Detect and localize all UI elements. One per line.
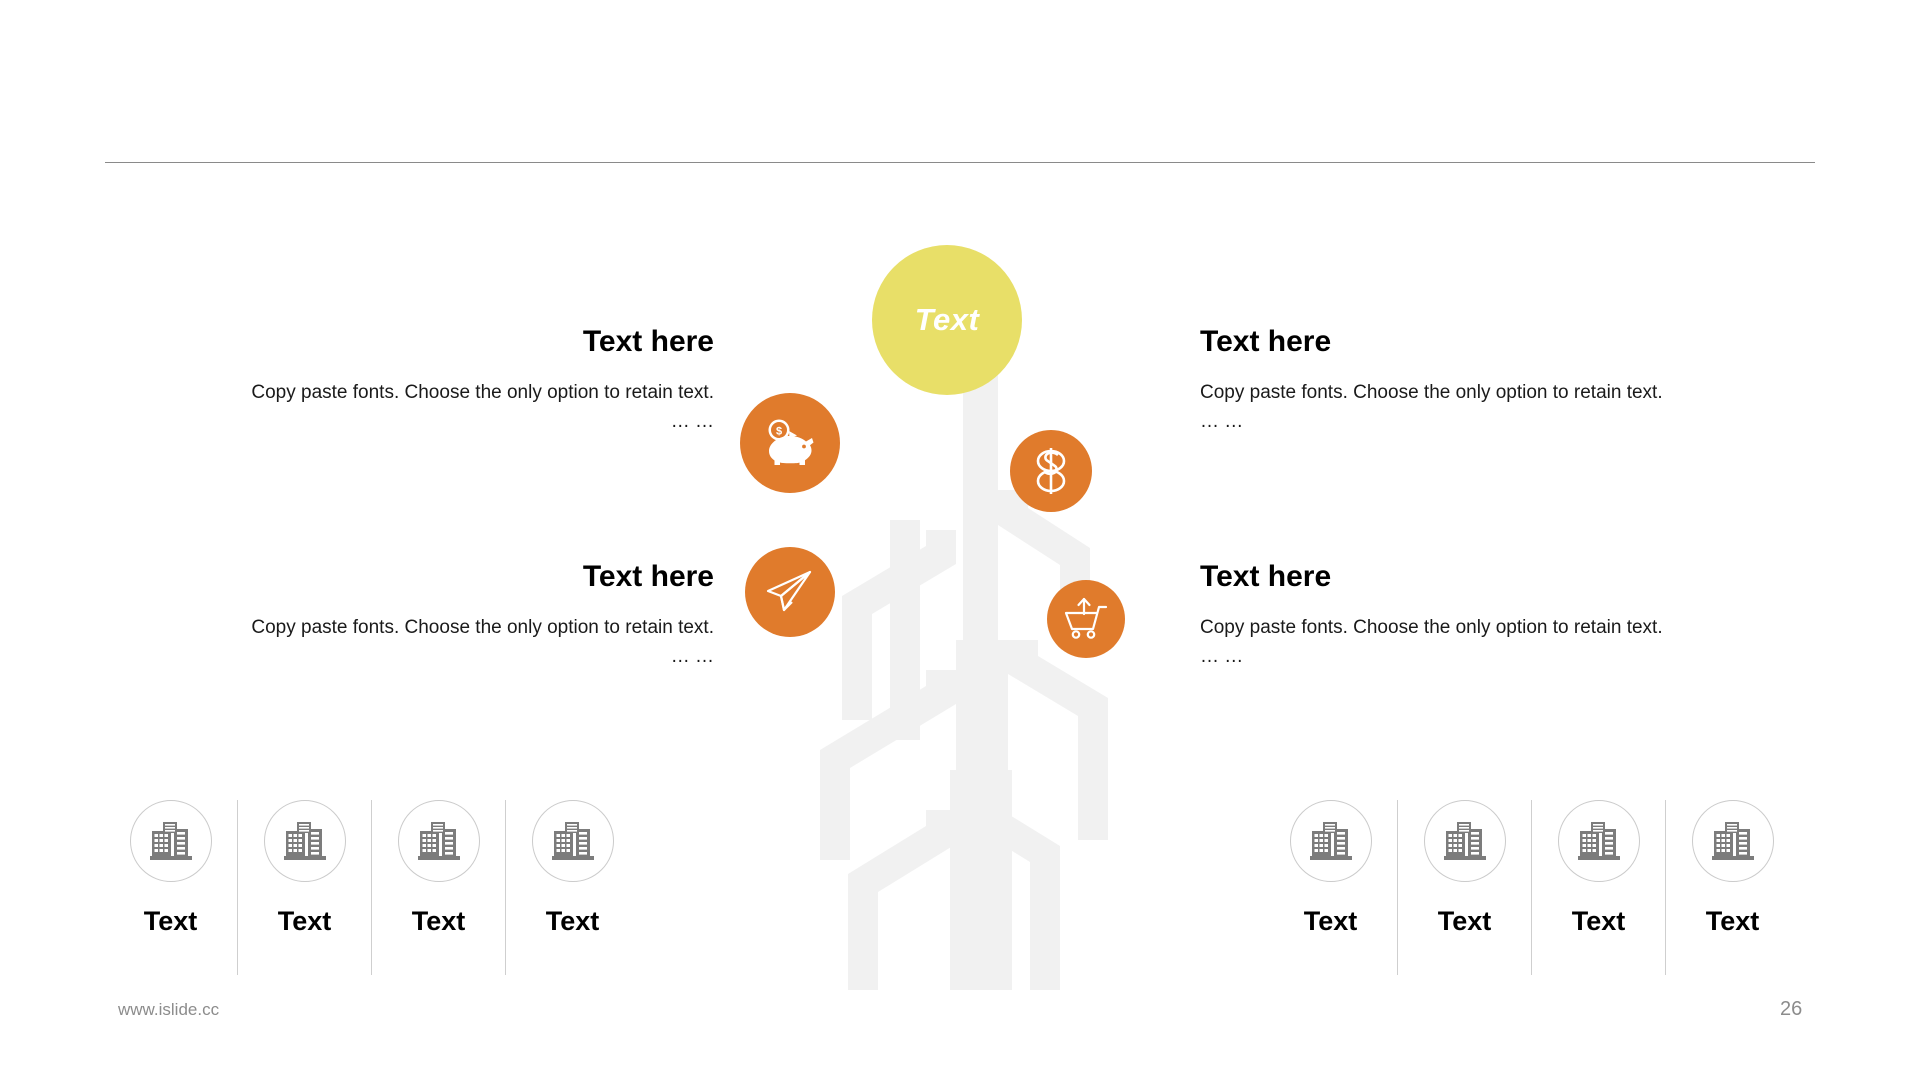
strip-divider [1531,800,1532,975]
buildings-icon [551,822,594,860]
dollar-sign-icon [1036,448,1066,494]
content-block-right-1: Text here Copy paste fonts. Choose the o… [1200,325,1740,437]
building-circle[interactable] [397,800,480,882]
strip-item-label: Text [1571,906,1626,936]
building-circle[interactable] [531,800,614,882]
content-body: Copy paste fonts. Choose the only option… [1200,382,1663,403]
tree-node-top-label: Text [914,302,980,337]
content-heading: Text here [1200,325,1332,358]
buildings-icon [283,822,326,860]
shopping-cart-up-icon [1064,597,1108,639]
strip-item-left-1[interactable]: Text [110,800,231,935]
buildings-icon [1443,822,1486,860]
content-ellipsis: … … [670,646,714,668]
slide-canvas: Text $ Text here Copy paste fonts. Choos… [0,0,1920,1080]
buildings-icon [1711,822,1754,860]
content-body: Copy paste fonts. Choose the only option… [251,617,714,638]
strip-divider [371,800,372,975]
building-circle[interactable] [1423,800,1506,882]
svg-text:$: $ [776,426,782,438]
building-circle[interactable] [263,800,346,882]
buildings-icon [1309,822,1352,860]
content-heading: Text here [582,325,714,358]
strip-item-left-3[interactable]: Text [378,800,499,935]
footer-url[interactable]: www.islide.cc [118,1000,219,1020]
content-heading: Text here [1200,560,1332,593]
paper-plane-icon [766,570,812,612]
building-circle[interactable] [1557,800,1640,882]
bottom-strip-left: Text Text Text Text [110,800,633,975]
strip-item-right-4[interactable]: Text [1672,800,1793,935]
tree-node-piggy[interactable]: $ [740,393,840,493]
strip-item-left-4[interactable]: Text [512,800,633,935]
buildings-icon [149,822,192,860]
content-block-left-2: Text here Copy paste fonts. Choose the o… [174,560,714,672]
strip-item-label: Text [1303,906,1358,936]
content-ellipsis: … … [670,411,714,433]
buildings-icon [1577,822,1620,860]
strip-divider [237,800,238,975]
page-number: 26 [1780,998,1803,1020]
content-ellipsis: … … [1200,646,1244,668]
content-ellipsis: … … [1200,411,1244,433]
tree-node-plane[interactable] [745,547,835,637]
content-block-right-2: Text here Copy paste fonts. Choose the o… [1200,560,1740,672]
strip-item-label: Text [143,906,198,936]
strip-item-label: Text [411,906,466,936]
bottom-strip-right: Text Text Text Text [1270,800,1793,975]
tree-node-cart[interactable] [1047,580,1125,658]
strip-item-left-2[interactable]: Text [244,800,365,935]
strip-item-label: Text [545,906,600,936]
building-circle[interactable] [1289,800,1372,882]
strip-item-right-2[interactable]: Text [1404,800,1525,935]
header-divider-rule [105,162,1815,163]
tree-node-dollar[interactable] [1010,430,1092,512]
content-body: Copy paste fonts. Choose the only option… [251,382,714,403]
strip-item-label: Text [1437,906,1492,936]
strip-item-right-1[interactable]: Text [1270,800,1391,935]
tree-node-top[interactable]: Text [872,245,1022,395]
strip-item-label: Text [277,906,332,936]
piggy-bank-icon: $ [768,419,814,465]
strip-divider [505,800,506,975]
strip-item-right-3[interactable]: Text [1538,800,1659,935]
content-body: Copy paste fonts. Choose the only option… [1200,617,1663,638]
content-block-left-1: Text here Copy paste fonts. Choose the o… [174,325,714,437]
building-circle[interactable] [129,800,212,882]
buildings-icon [417,822,460,860]
strip-item-label: Text [1705,906,1760,936]
strip-divider [1397,800,1398,975]
strip-divider [1665,800,1666,975]
content-heading: Text here [582,560,714,593]
building-circle[interactable] [1691,800,1774,882]
